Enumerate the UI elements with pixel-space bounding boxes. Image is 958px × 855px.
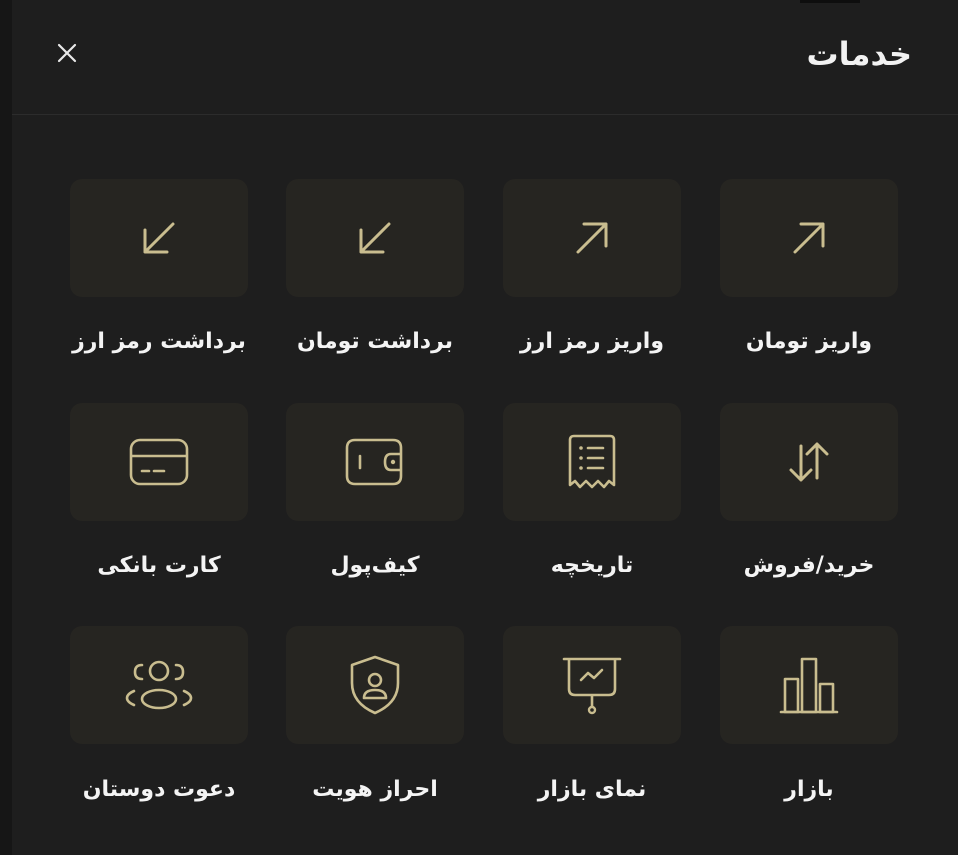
service-label: بازار (784, 777, 834, 802)
service-tile-history[interactable] (503, 403, 681, 521)
top-notch (800, 0, 860, 3)
service-tile-toman-deposit[interactable] (720, 179, 898, 297)
service-tile-crypto-deposit[interactable] (503, 179, 681, 297)
service-label: کارت بانکی (97, 553, 221, 578)
service-tile-wallet[interactable] (286, 403, 464, 521)
service-tile-buy-sell[interactable] (720, 403, 898, 521)
service-tile-bank-card[interactable] (70, 403, 248, 521)
arrow-up-right-icon (793, 222, 825, 254)
service-label: واریز تومان (745, 329, 873, 354)
panel-header: خدمات (12, 0, 958, 115)
service-label: دعوت دوستان (82, 777, 236, 802)
swap-arrows-icon (789, 442, 829, 482)
credit-card-icon (129, 438, 189, 486)
services-panel: خدمات واریز تومان واریز رمز ارز برداشت ت… (12, 0, 958, 855)
receipt-icon (568, 434, 616, 489)
service-tile-market-view[interactable] (503, 626, 681, 744)
arrow-down-left-icon (359, 222, 391, 254)
service-label: کیف‌پول (330, 553, 420, 578)
bar-chart-icon (779, 657, 839, 714)
service-tile-invite-friends[interactable] (70, 626, 248, 744)
service-tile-identity[interactable] (286, 626, 464, 744)
background-edge (0, 0, 12, 855)
service-tile-market[interactable] (720, 626, 898, 744)
close-icon (57, 43, 77, 63)
presentation-chart-icon (562, 657, 622, 715)
wallet-icon (345, 438, 403, 486)
service-label: تاریخچه (550, 553, 634, 578)
service-label: برداشت تومان (296, 329, 454, 354)
shield-user-icon (350, 655, 400, 715)
close-button[interactable] (50, 36, 84, 70)
users-group-icon (125, 660, 193, 710)
arrow-up-right-icon (576, 222, 608, 254)
service-tile-toman-withdraw[interactable] (286, 179, 464, 297)
service-label: احراز هویت (312, 777, 438, 802)
service-tile-crypto-withdraw[interactable] (70, 179, 248, 297)
page-title: خدمات (806, 35, 912, 73)
service-label: برداشت رمز ارز (72, 329, 246, 354)
service-label: واریز رمز ارز (520, 329, 664, 354)
arrow-down-left-icon (143, 222, 175, 254)
service-label: نمای بازار (537, 777, 647, 802)
service-label: خرید/فروش (743, 553, 875, 578)
